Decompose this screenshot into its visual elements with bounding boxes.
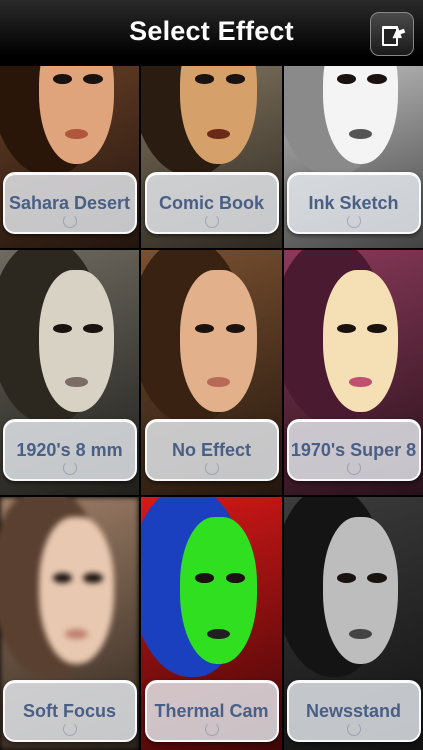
effect-button-label: Soft Focus xyxy=(23,700,116,721)
top-bar: Select Effect xyxy=(0,0,423,66)
effect-tile-newsstand[interactable]: Newsstand xyxy=(284,497,423,750)
effect-button-label: Sahara Desert xyxy=(8,192,131,213)
no-effect-button[interactable]: No Effect xyxy=(144,419,279,481)
portrait-face xyxy=(322,517,398,664)
effect-tile-no-effect[interactable]: No Effect xyxy=(141,250,282,495)
1970s-super-8-button[interactable]: 1970's Super 8 xyxy=(286,419,421,481)
portrait-face xyxy=(180,517,257,664)
portrait-left-eye xyxy=(52,572,73,583)
swirl-icon xyxy=(62,461,77,475)
effect-button-label: 1970's Super 8 xyxy=(290,439,417,460)
portrait-lips xyxy=(65,128,88,139)
newsstand-button[interactable]: Newsstand xyxy=(286,680,421,742)
swirl-icon xyxy=(62,214,77,228)
effect-button-label: 1920's 8 mm xyxy=(16,439,123,460)
effect-button-label: Thermal Cam xyxy=(154,700,269,721)
portrait-face xyxy=(38,517,114,664)
portrait-face xyxy=(38,269,114,412)
page-title: Select Effect xyxy=(129,16,294,46)
comic-book-button[interactable]: Comic Book xyxy=(144,172,279,234)
portrait-right-eye xyxy=(83,572,103,583)
effects-grid: Sahara Desert Comic Book Ink Sketch 1920… xyxy=(0,0,423,750)
swirl-icon xyxy=(62,722,77,736)
effect-button-label: Newsstand xyxy=(305,700,402,721)
sahara-desert-button[interactable]: Sahara Desert xyxy=(2,172,137,234)
portrait-right-eye xyxy=(83,323,103,334)
portrait-right-eye xyxy=(367,572,387,583)
effect-button-label: Ink Sketch xyxy=(308,192,399,213)
portrait-lips xyxy=(65,377,88,388)
effect-button-label: No Effect xyxy=(171,439,251,460)
portrait-lips xyxy=(349,128,372,139)
swirl-icon xyxy=(346,461,361,475)
share-button[interactable] xyxy=(370,12,414,56)
portrait-right-eye xyxy=(225,572,246,583)
effect-picker-screen: Sahara Desert Comic Book Ink Sketch 1920… xyxy=(0,0,423,750)
swirl-icon xyxy=(346,214,361,228)
portrait-face xyxy=(322,269,398,412)
swirl-icon xyxy=(204,461,219,475)
share-export-icon xyxy=(382,26,406,46)
soft-focus-button[interactable]: Soft Focus xyxy=(2,680,137,742)
effect-tile-1970s-super-8[interactable]: 1970's Super 8 xyxy=(284,250,423,495)
portrait-face xyxy=(180,269,257,412)
portrait-left-eye xyxy=(336,572,357,583)
effect-tile-thermal-cam[interactable]: Thermal Cam xyxy=(141,497,282,750)
swirl-icon xyxy=(204,214,219,228)
portrait-lips xyxy=(65,628,88,639)
portrait-lips xyxy=(207,128,230,139)
swirl-icon xyxy=(204,722,219,736)
portrait-right-eye xyxy=(367,323,387,334)
effect-tile-1920s-8mm[interactable]: 1920's 8 mm xyxy=(0,250,139,495)
portrait-lips xyxy=(207,628,230,639)
effect-button-label: Comic Book xyxy=(158,192,264,213)
portrait-lips xyxy=(349,628,372,639)
swirl-icon xyxy=(346,722,361,736)
portrait-lips xyxy=(349,377,372,388)
effect-tile-soft-focus[interactable]: Soft Focus xyxy=(0,497,139,750)
1920s-8mm-button[interactable]: 1920's 8 mm xyxy=(2,419,137,481)
portrait-left-eye xyxy=(194,572,215,583)
ink-sketch-button[interactable]: Ink Sketch xyxy=(286,172,421,234)
thermal-cam-button[interactable]: Thermal Cam xyxy=(144,680,279,742)
